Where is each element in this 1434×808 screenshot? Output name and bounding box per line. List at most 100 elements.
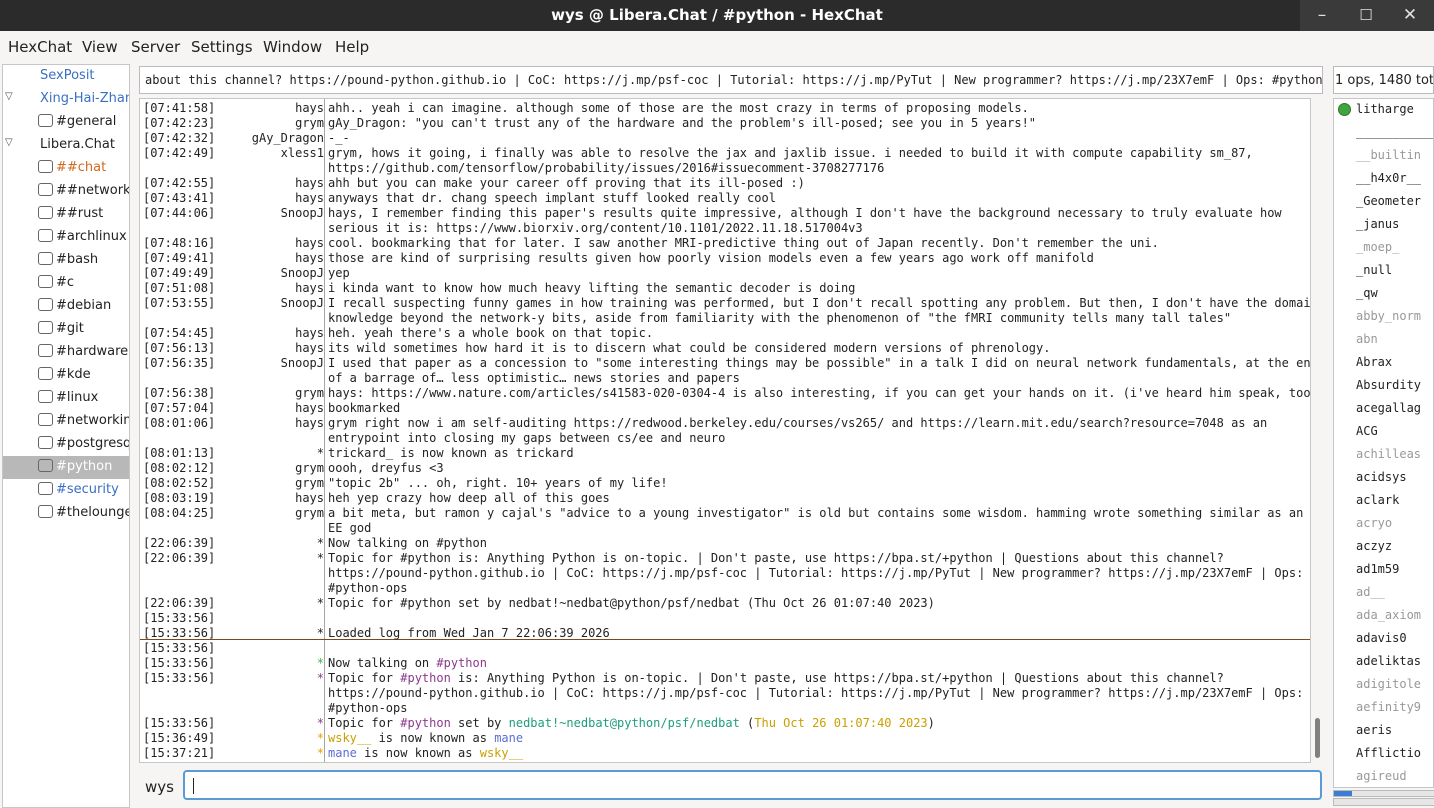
channel-#debian[interactable]: #debian	[3, 295, 129, 318]
message-input[interactable]	[183, 770, 1322, 800]
nick[interactable]: grym	[295, 461, 324, 476]
expander-icon[interactable]: ▽	[5, 138, 15, 148]
channel-#security[interactable]: #security	[3, 479, 129, 502]
menu-server[interactable]: Server	[131, 38, 180, 56]
user-list-hscroll[interactable]	[1333, 790, 1434, 797]
channel-##rust[interactable]: ##rust	[3, 203, 129, 226]
nick[interactable]: *	[317, 731, 324, 746]
user-entry[interactable]: __h4x0r__	[1356, 171, 1433, 191]
channel-#general[interactable]: #general	[3, 111, 129, 134]
user-entry[interactable]: Absurdity	[1356, 378, 1433, 398]
nick[interactable]: xless1	[281, 146, 324, 161]
user-entry[interactable]: aczyz	[1356, 539, 1433, 559]
nick[interactable]: hays	[295, 326, 324, 341]
nick[interactable]: *	[317, 626, 324, 641]
menu-window[interactable]: Window	[263, 38, 322, 56]
user-entry[interactable]: ada_axiom	[1356, 608, 1433, 628]
channel-#linux[interactable]: #linux	[3, 387, 129, 410]
channel-#archlinux[interactable]: #archlinux	[3, 226, 129, 249]
nick[interactable]: grym	[295, 506, 324, 521]
menu-view[interactable]: View	[82, 38, 118, 56]
user-entry[interactable]: _qw	[1356, 286, 1433, 306]
nick[interactable]: SnoopJ	[281, 206, 324, 221]
nick[interactable]: hays	[295, 281, 324, 296]
user-entry[interactable]: achilleas	[1356, 447, 1433, 467]
user-entry[interactable]: agireud	[1356, 769, 1433, 787]
minimize-icon[interactable]: –	[1310, 4, 1334, 26]
user-entry[interactable]: aeris	[1356, 723, 1433, 743]
user-entry[interactable]: adeliktas	[1356, 654, 1433, 674]
nick[interactable]: hays	[295, 101, 324, 116]
nick[interactable]: grym	[295, 116, 324, 131]
user-entry[interactable]: _janus	[1356, 217, 1433, 237]
channel-#postgresql[interactable]: #postgresql	[3, 433, 129, 456]
nick[interactable]: hays	[295, 416, 324, 431]
user-entry[interactable]: ad__	[1356, 585, 1433, 605]
nick[interactable]: hays	[295, 341, 324, 356]
menu-help[interactable]: Help	[335, 38, 369, 56]
user-entry[interactable]: abn	[1356, 332, 1433, 352]
nick[interactable]: SnoopJ	[281, 356, 324, 371]
menu-hexchat[interactable]: HexChat	[8, 38, 72, 56]
user-entry[interactable]: ACG	[1356, 424, 1433, 444]
nick[interactable]: hays	[295, 401, 324, 416]
channel-#bash[interactable]: #bash	[3, 249, 129, 272]
nick[interactable]: *	[317, 551, 324, 566]
nick[interactable]: *	[317, 671, 324, 686]
user-entry[interactable]: _null	[1356, 263, 1433, 283]
expander-icon[interactable]: ▽	[5, 92, 15, 102]
channel-#c[interactable]: #c	[3, 272, 129, 295]
user-entry[interactable]: acidsys	[1356, 470, 1433, 490]
nick[interactable]: *	[317, 746, 324, 761]
channel-#thelounge[interactable]: #thelounge	[3, 502, 129, 525]
nick[interactable]: gAy_Dragon	[252, 131, 324, 146]
topic-bar[interactable]: about this channel? https://pound-python…	[139, 66, 1323, 94]
user-list[interactable]: litharge ___________ __builtin __h4x0r__ _Ge…	[1333, 98, 1434, 788]
nick[interactable]: hays	[295, 251, 324, 266]
scrollbar-thumb[interactable]	[1315, 718, 1320, 758]
channel-##chat[interactable]: ##chat	[3, 157, 129, 180]
user-entry[interactable]: aclark	[1356, 493, 1433, 513]
channel-##networking[interactable]: ##networking	[3, 180, 129, 203]
channel-#networking[interactable]: #networking	[3, 410, 129, 433]
maximize-icon[interactable]: ☐	[1354, 4, 1378, 26]
user-entry[interactable]: adavis0	[1356, 631, 1433, 651]
channel-#python[interactable]: #python	[3, 456, 129, 479]
nick[interactable]: *	[317, 656, 324, 671]
close-icon[interactable]: ✕	[1398, 4, 1422, 26]
user-entry[interactable]: acryo	[1356, 516, 1433, 536]
user-entry[interactable]: _Geometer	[1356, 194, 1433, 214]
user-entry[interactable]: Abrax	[1356, 355, 1433, 375]
nick[interactable]: hays	[295, 491, 324, 506]
network-Xing-Hai-Zhan[interactable]: ▽ Xing-Hai-Zhan	[3, 88, 129, 111]
user-entry[interactable]: litharge	[1356, 102, 1433, 122]
user-entry[interactable]: adigitole	[1356, 677, 1433, 697]
chat-scrollbar[interactable]	[1312, 98, 1324, 763]
channel-#hardware[interactable]: #hardware	[3, 341, 129, 364]
user-list-hscroll-track[interactable]	[1333, 798, 1434, 806]
nick[interactable]: *	[317, 536, 324, 551]
nick[interactable]: *	[317, 716, 324, 731]
nick[interactable]: SnoopJ	[281, 266, 324, 281]
menu-settings[interactable]: Settings	[191, 38, 253, 56]
user-entry[interactable]: aefinity9	[1356, 700, 1433, 720]
nick[interactable]: hays	[295, 236, 324, 251]
nick[interactable]: hays	[295, 176, 324, 191]
nick[interactable]: hays	[295, 191, 324, 206]
user-entry[interactable]: _moep_	[1356, 240, 1433, 260]
user-entry[interactable]: acegallag	[1356, 401, 1433, 421]
network-Libera.Chat[interactable]: ▽ Libera.Chat	[3, 134, 129, 157]
user-entry[interactable]: ___________	[1356, 125, 1433, 145]
nick[interactable]: grym	[295, 386, 324, 401]
channel-#git[interactable]: #git	[3, 318, 129, 341]
user-entry[interactable]: abby_norm	[1356, 309, 1433, 329]
user-entry[interactable]: __builtin	[1356, 148, 1433, 168]
nick[interactable]: *	[317, 446, 324, 461]
hscroll-thumb[interactable]	[1334, 791, 1352, 796]
nick[interactable]: grym	[295, 476, 324, 491]
user-entry[interactable]: Afflictio	[1356, 746, 1433, 766]
nick-button[interactable]: wys	[145, 778, 174, 796]
user-entry[interactable]: ad1m59	[1356, 562, 1433, 582]
network-SexPosit[interactable]: SexPosit	[3, 65, 129, 88]
channel-#kde[interactable]: #kde	[3, 364, 129, 387]
